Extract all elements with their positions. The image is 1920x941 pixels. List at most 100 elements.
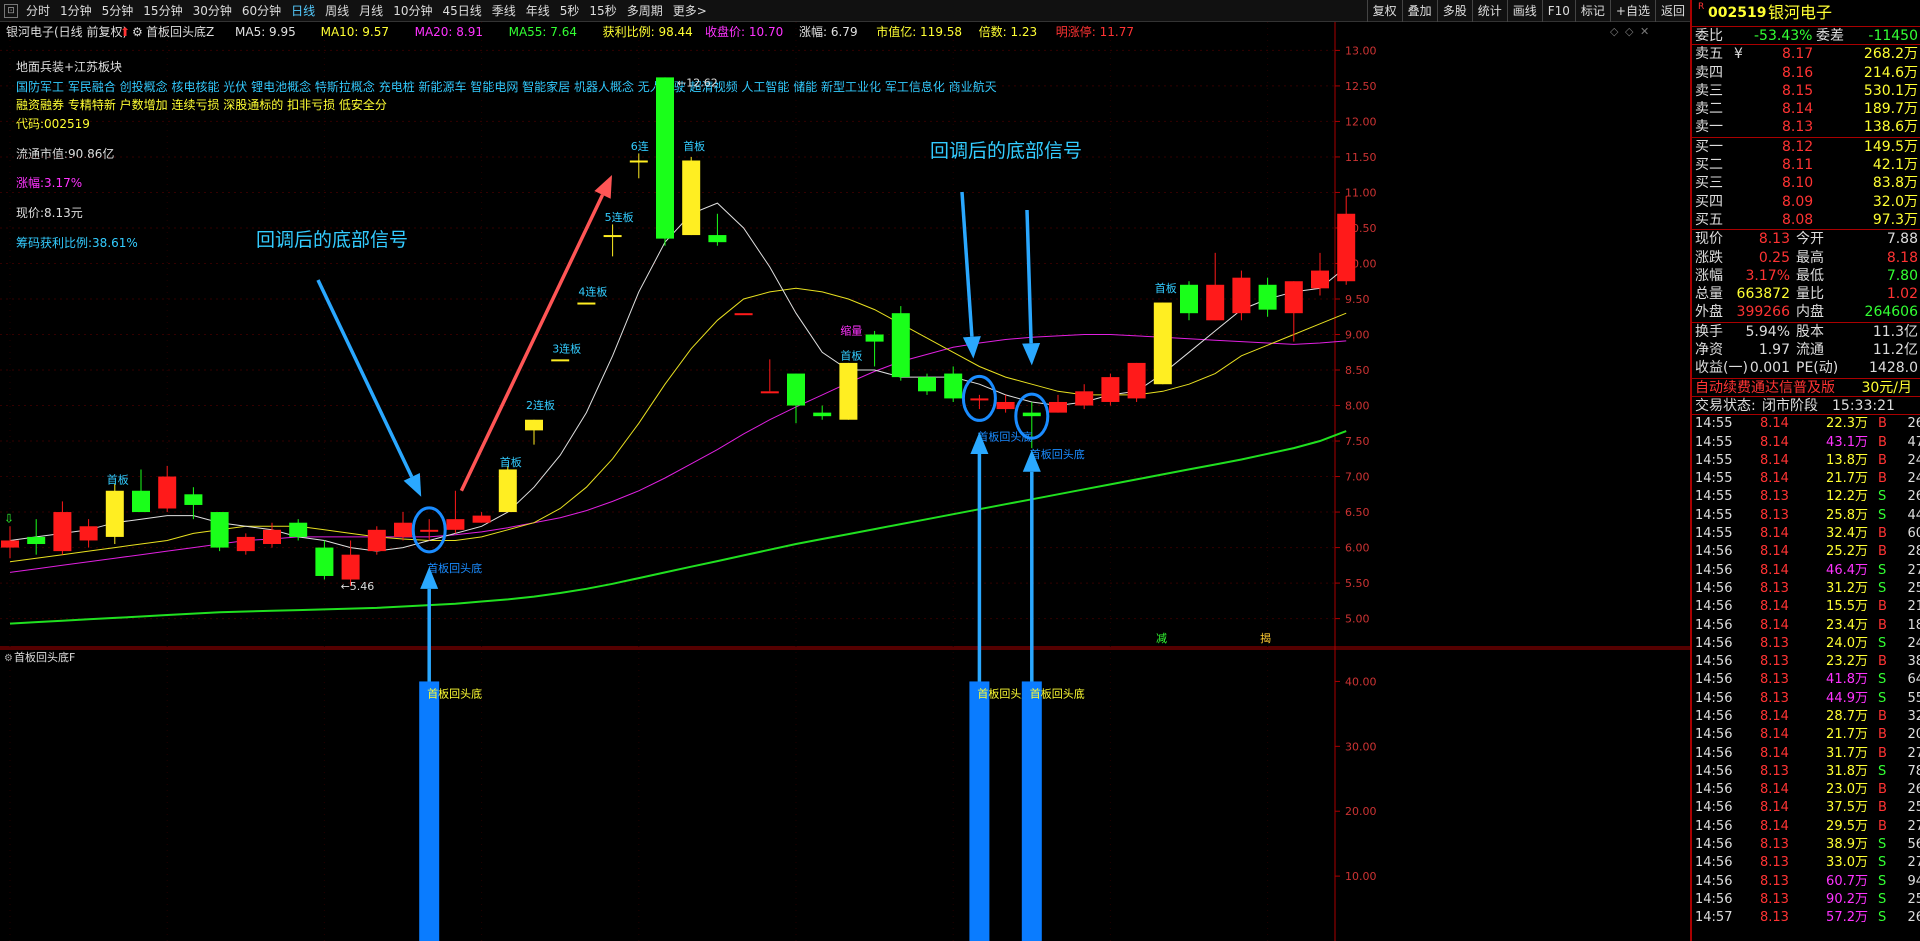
candle-body (367, 529, 386, 552)
candle-body (813, 412, 832, 417)
period-tab-2[interactable]: 5分钟 (97, 0, 139, 22)
tick-count: 94 (1907, 873, 1920, 889)
quote-panel: R 002519 银河电子 委比 -53.43% 委差 -11450 卖五 8.1… (1690, 0, 1920, 941)
period-tab-8[interactable]: 月线 (354, 0, 388, 22)
table-icon[interactable]: ⊡ (4, 3, 18, 18)
tick-count: 25 (1907, 800, 1920, 816)
period-tab-7[interactable]: 周线 (320, 0, 354, 22)
candle-body (1258, 284, 1277, 310)
tick-volume: 15.5万 (1826, 599, 1868, 615)
tick-count: 78 (1907, 763, 1920, 779)
quote-row: 净资 1.97 流通 11.2亿 (1692, 341, 1920, 359)
tick-price: 8.13 (1760, 654, 1789, 670)
toolbar-button-0[interactable]: 复权 (1366, 0, 1402, 22)
period-tab-5[interactable]: 60分钟 (237, 0, 286, 22)
toolbar-button-6[interactable]: 标记 (1574, 0, 1610, 22)
candle-body (1206, 284, 1225, 321)
quote-row: 涨跌 0.25 最高 8.18 (1692, 249, 1920, 267)
tick-volume: 57.2万 (1826, 910, 1868, 926)
candle-label: 5连板 (605, 210, 634, 224)
bid-price: 8.12 (1782, 138, 1814, 155)
tick-direction: B (1878, 599, 1887, 615)
toolbar-button-2[interactable]: 多股 (1436, 0, 1472, 22)
tick-list[interactable]: 14:55 8.14 22.3万 B 26 14:55 8.14 43.1万 B 47 14:55 8… (1692, 414, 1920, 927)
candle-body (27, 536, 46, 545)
toolbar-button-3[interactable]: 统计 (1471, 0, 1507, 22)
candle-body (839, 362, 858, 420)
period-tab-3[interactable]: 15分钟 (138, 0, 187, 22)
stock-header: R 002519 银河电子 (1692, 0, 1920, 26)
tick-volume: 21.7万 (1826, 471, 1868, 487)
period-tab-10[interactable]: 45日线 (437, 0, 486, 22)
weicha-label: 委差 (1816, 28, 1844, 44)
quote-row: 涨幅 3.17% 最低 7.80 (1692, 267, 1920, 285)
ask-label: 卖五 (1695, 46, 1723, 63)
period-tab-14[interactable]: 15秒 (584, 0, 621, 22)
ask-price: 8.13 (1782, 119, 1814, 136)
period-tab-0[interactable]: 分时 (21, 0, 55, 22)
tick-row: 14:56 8.13 38.9万 S 56 (1692, 836, 1920, 854)
tick-volume: 60.7万 (1826, 873, 1868, 889)
ad-row[interactable]: 自动续费通达信普及版 30元/月 (1692, 377, 1920, 396)
tick-volume: 33.0万 (1826, 855, 1868, 871)
quote-label: 股本 (1796, 323, 1824, 340)
tick-row: 14:56 8.13 90.2万 S 25 (1692, 891, 1920, 909)
tick-direction: B (1878, 416, 1887, 432)
tick-price: 8.14 (1760, 434, 1789, 450)
tick-price: 8.14 (1760, 452, 1789, 468)
toolbar-button-7[interactable]: +自选 (1609, 0, 1655, 22)
toolbar-button-1[interactable]: 叠加 (1401, 0, 1437, 22)
quote-label: 现价 (1695, 231, 1723, 248)
tick-direction: S (1878, 672, 1887, 688)
period-tab-11[interactable]: 季线 (487, 0, 521, 22)
candle-body (210, 512, 229, 548)
period-tab-4[interactable]: 30分钟 (188, 0, 237, 22)
candle-body (944, 373, 963, 399)
tick-volume: 23.0万 (1826, 782, 1868, 798)
candle-label: 缩量 (840, 325, 862, 338)
toolbar-button-4[interactable]: 画线 (1506, 0, 1542, 22)
period-tab-1[interactable]: 1分钟 (55, 0, 97, 22)
min-price-label: ←5.46 (341, 580, 375, 593)
ask-price: 8.14 (1782, 101, 1814, 118)
bid-row: 买五 8.08 97.3万 (1692, 211, 1920, 229)
candle-body (525, 419, 543, 431)
tick-time: 14:56 (1695, 873, 1733, 889)
quote-value: 0.001 (1749, 360, 1790, 377)
ask-volume: 268.2万 (1863, 46, 1918, 63)
quote-label: 最高 (1796, 249, 1824, 266)
tick-count: 55 (1907, 690, 1920, 706)
quote-label: 换手 (1695, 323, 1723, 340)
period-tab-9[interactable]: 10分钟 (388, 0, 437, 22)
tick-direction: S (1878, 580, 1887, 596)
candle-body (184, 494, 203, 505)
tick-row: 14:56 8.13 23.2万 B 38 (1692, 653, 1920, 671)
period-tab-6[interactable]: 日线 (286, 0, 320, 22)
ask-price: 8.16 (1782, 64, 1814, 81)
period-tab-16[interactable]: 更多> (668, 0, 712, 22)
tick-row: 14:56 8.14 31.7万 B 27 (1692, 745, 1920, 763)
period-tab-13[interactable]: 5秒 (555, 0, 585, 22)
kline-chart[interactable]: 银河电子(日线 前复权)⬆ ⚙ 首板回头底Z MA5: 9.95 MA10: 9.57 M… (0, 22, 1690, 941)
candle-body (1232, 277, 1251, 314)
bid-label: 买一 (1695, 138, 1723, 155)
tick-price: 8.14 (1760, 617, 1789, 633)
quote-row: 换手 5.94% 股本 11.3亿 (1692, 323, 1920, 341)
candle-body (996, 401, 1015, 410)
tick-direction: S (1878, 855, 1887, 871)
period-tab-12[interactable]: 年线 (521, 0, 555, 22)
tick-time: 14:56 (1695, 617, 1733, 633)
tick-time: 14:56 (1695, 672, 1733, 688)
toolbar-button-8[interactable]: 返回 (1654, 0, 1690, 22)
subpanel-bar (1021, 681, 1042, 941)
tick-price: 8.14 (1760, 599, 1789, 615)
bid-label: 买五 (1695, 211, 1723, 228)
tick-volume: 23.2万 (1826, 654, 1868, 670)
max-price-label: ←12.62 (677, 76, 718, 89)
price-tick-label: 12.50 (1345, 80, 1377, 93)
tick-row: 14:55 8.14 21.7万 B 24 (1692, 470, 1920, 488)
period-tab-15[interactable]: 多周期 (622, 0, 668, 22)
toolbar-button-5[interactable]: F10 (1541, 0, 1575, 22)
tick-row: 14:56 8.13 31.8万 S 78 (1692, 763, 1920, 781)
stock-code-label: 代码:002519 (16, 117, 90, 131)
